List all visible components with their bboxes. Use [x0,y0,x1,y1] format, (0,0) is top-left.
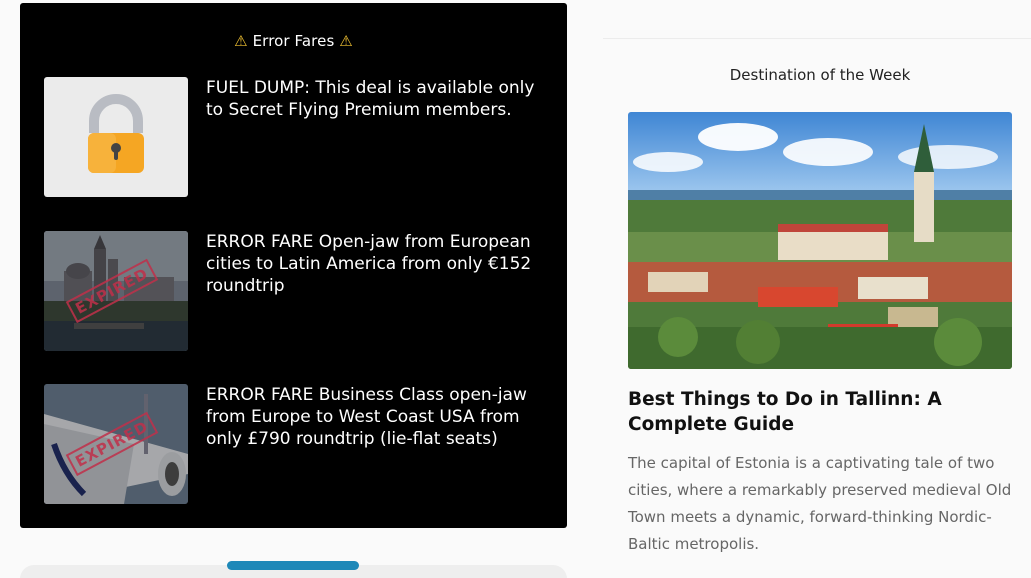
section-title: Destination of the Week [729,66,911,84]
warning-icon: ⚠ [234,32,248,50]
deal-title[interactable]: ERROR FARE Business Class open-jaw from … [206,384,546,450]
article-heading[interactable]: Best Things to Do in Tallinn: A Complete… [628,387,1012,437]
deal-item-latin-america[interactable]: EXPIRED ERROR FARE Open-jaw from Europea… [44,231,544,351]
scroll-indicator[interactable] [227,561,359,570]
deal-title[interactable]: ERROR FARE Open-jaw from European cities… [206,231,546,297]
panel-title: ⚠ Error Fares ⚠ [20,32,567,50]
tallinn-photo[interactable] [628,112,1012,369]
article-description: The capital of Estonia is a captivating … [628,454,1012,553]
deal-thumbnail[interactable] [44,77,188,197]
panel-title-text: Error Fares [252,32,335,50]
divider [603,38,1031,39]
deal-thumbnail[interactable]: EXPIRED [44,384,188,504]
lock-icon [88,94,144,173]
deal-item-west-coast[interactable]: EXPIRED ERROR FARE Business Class open-j… [44,384,544,504]
warning-icon: ⚠ [339,32,353,50]
error-fares-panel: ⚠ Error Fares ⚠ FUEL DUMP: This deal is … [20,3,567,528]
deal-title[interactable]: FUEL DUMP: This deal is available only t… [206,77,546,121]
deal-thumbnail[interactable]: EXPIRED [44,231,188,351]
tallinn-image [628,112,1012,369]
deal-item-fuel-dump[interactable]: FUEL DUMP: This deal is available only t… [44,77,544,197]
